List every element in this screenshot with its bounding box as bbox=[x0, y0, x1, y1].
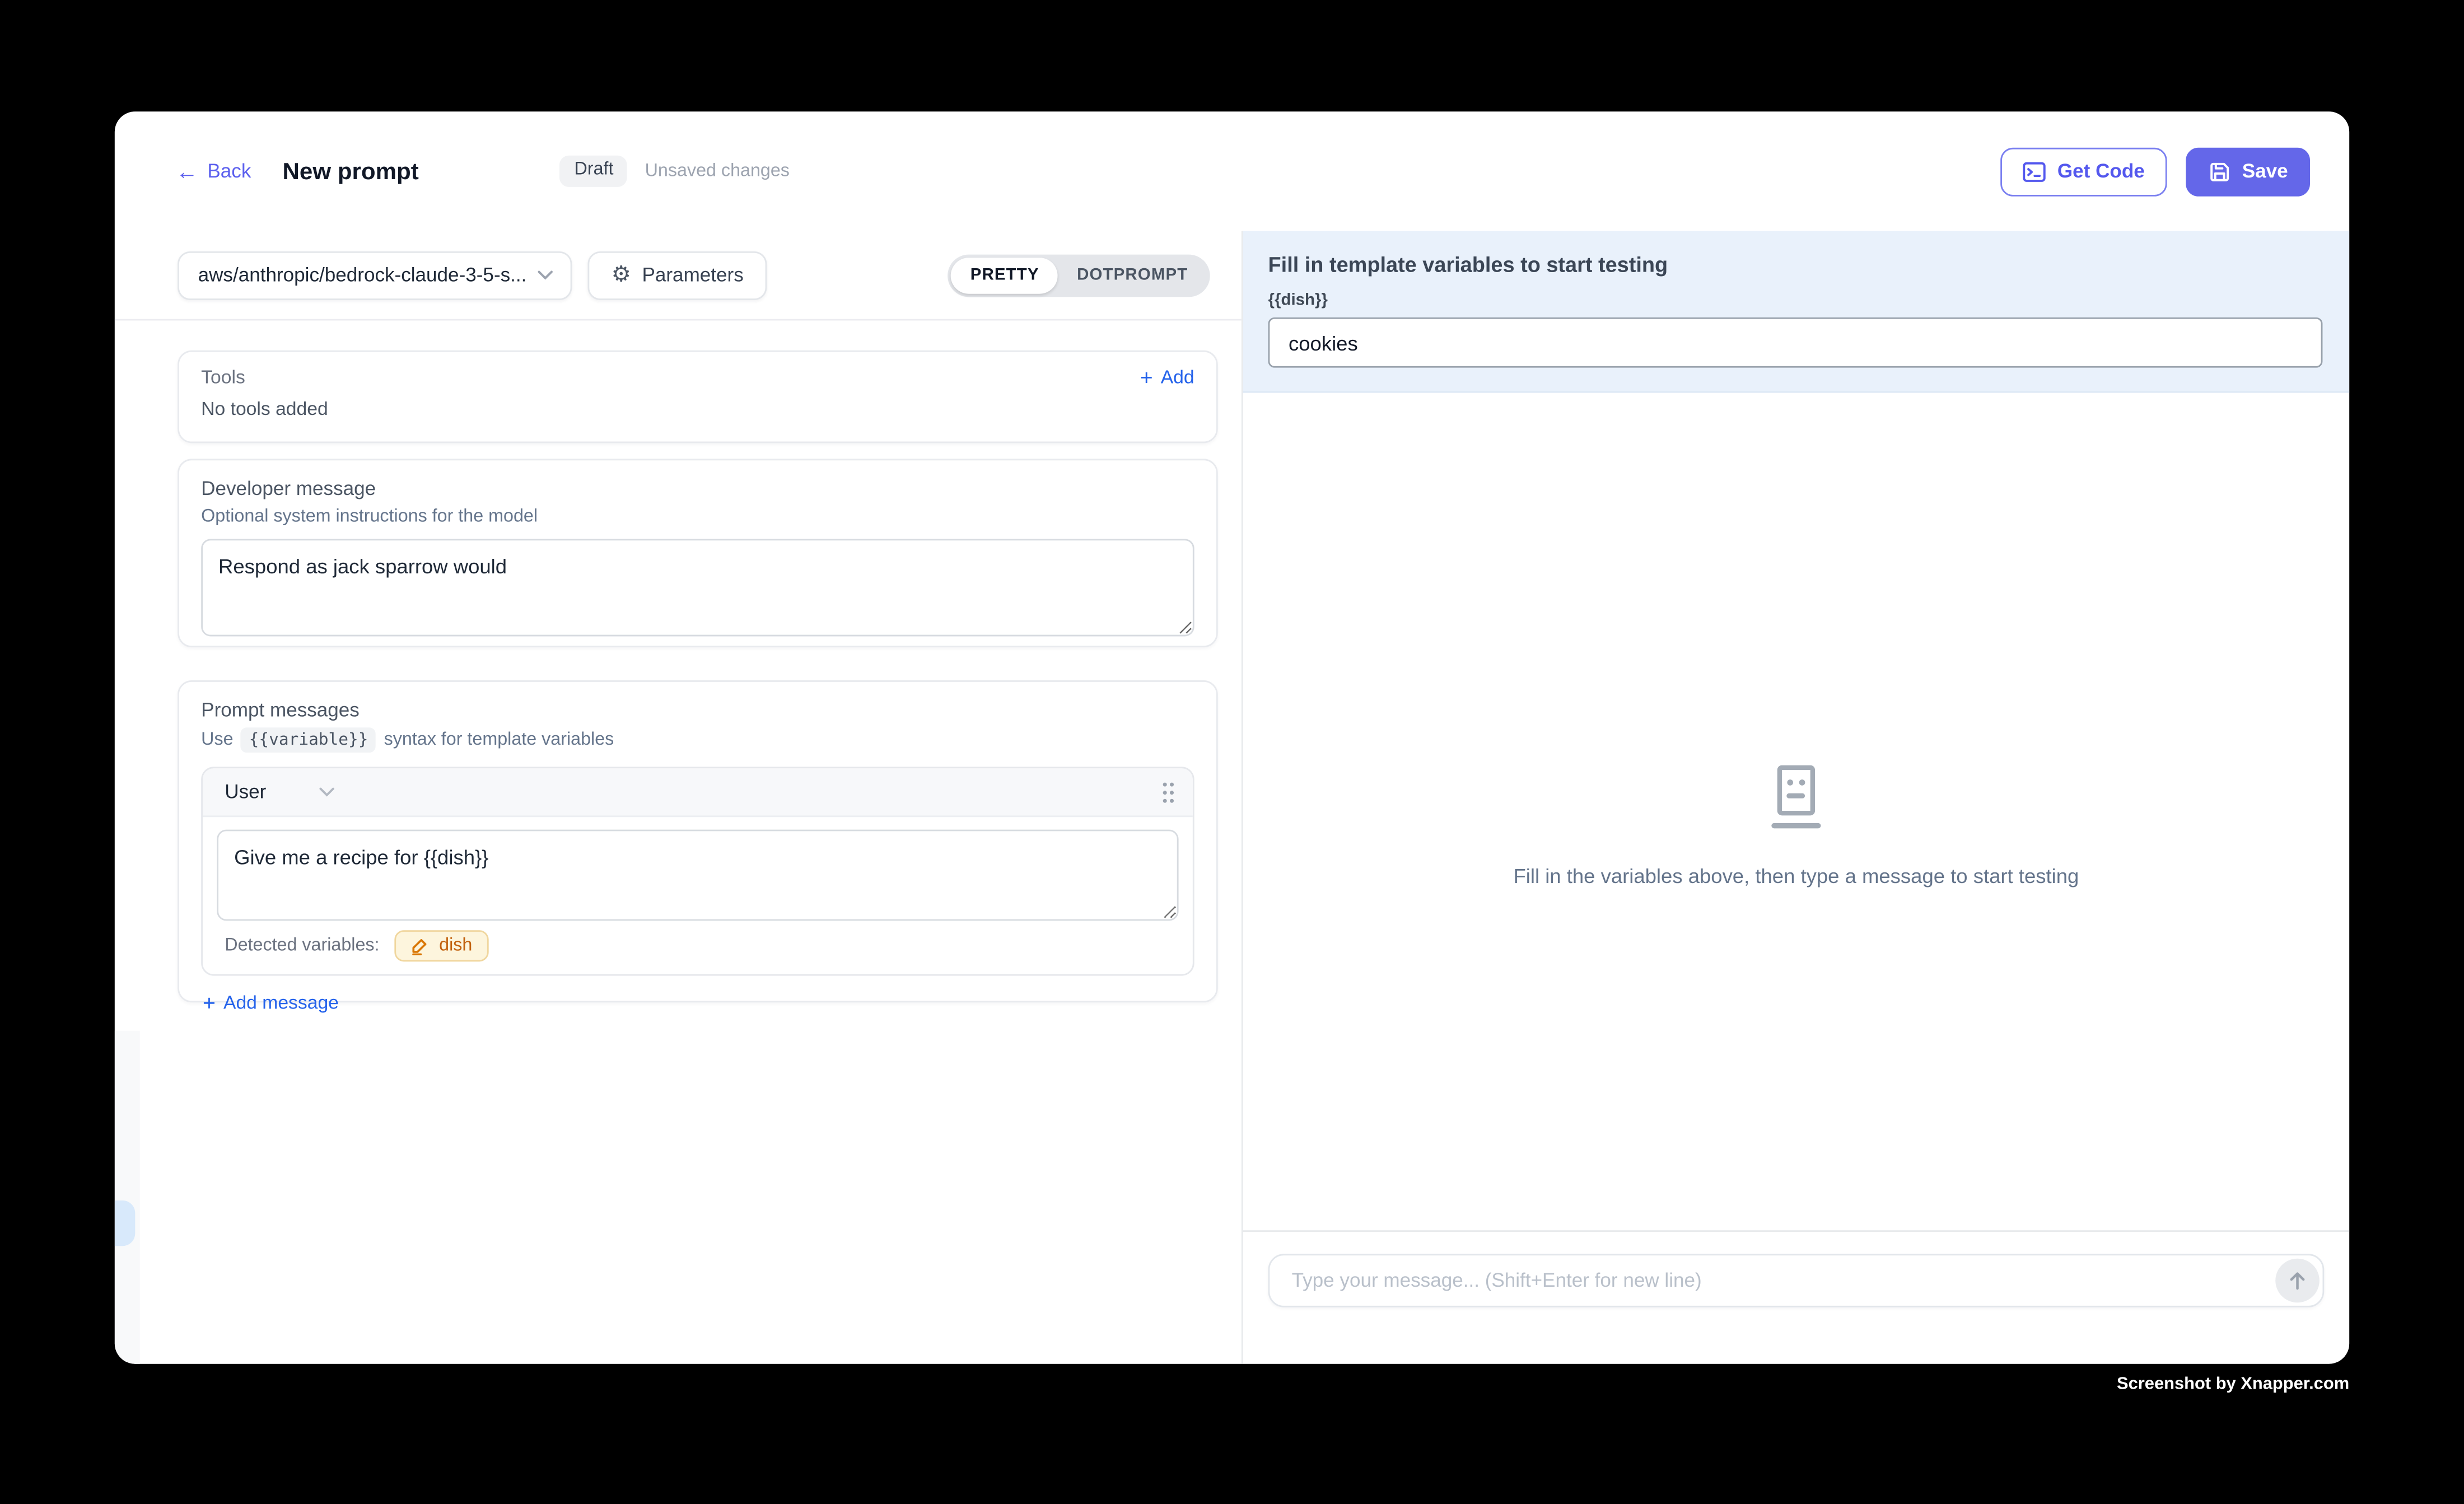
developer-message-title: Developer message bbox=[201, 478, 1194, 499]
hint-prefix: Use bbox=[201, 731, 233, 750]
partial-sidebar-strip bbox=[115, 1031, 140, 1364]
toggle-pretty[interactable]: PRETTY bbox=[951, 257, 1058, 293]
chevron-down-icon bbox=[538, 270, 553, 280]
template-hint: Use {{variable}} syntax for template var… bbox=[201, 727, 1194, 753]
format-toggle: PRETTY DOTPROMPT bbox=[948, 254, 1210, 296]
detected-variables-row: Detected variables: dish bbox=[217, 930, 1178, 961]
developer-message-input[interactable]: Respond as jack sparrow would bbox=[201, 539, 1194, 636]
save-icon bbox=[2208, 160, 2231, 183]
parameters-label: Parameters bbox=[642, 264, 743, 286]
terminal-icon bbox=[2023, 161, 2046, 181]
test-panel-title: Fill in template variables to start test… bbox=[1268, 253, 2325, 277]
variable-syntax-chip: {{variable}} bbox=[241, 727, 376, 753]
model-selector[interactable]: aws/anthropic/bedrock-claude-3-5-s... bbox=[178, 251, 572, 300]
prompt-message-block: User Gi bbox=[201, 767, 1194, 975]
back-label: Back bbox=[207, 160, 251, 182]
empty-state-text: Fill in the variables above, then type a… bbox=[1513, 864, 2079, 888]
variable-dish-label: {{dish}} bbox=[1268, 291, 2325, 310]
developer-message-card: Developer message Optional system instru… bbox=[178, 459, 1218, 647]
editor-panel: aws/anthropic/bedrock-claude-3-5-s... ⚙ … bbox=[115, 231, 1242, 1363]
message-role-selector[interactable]: User bbox=[225, 781, 335, 803]
variable-dish-input[interactable] bbox=[1268, 317, 2323, 368]
variable-badge-dish[interactable]: dish bbox=[395, 930, 488, 961]
model-bar: aws/anthropic/bedrock-claude-3-5-s... ⚙ … bbox=[115, 231, 1242, 320]
add-message-button[interactable]: + Add message bbox=[203, 992, 339, 1013]
partial-sidebar-highlight bbox=[115, 1201, 135, 1246]
hint-suffix: syntax for template variables bbox=[384, 731, 614, 750]
back-link[interactable]: ← Back bbox=[176, 160, 251, 182]
tools-empty-text: No tools added bbox=[201, 398, 1194, 419]
test-panel: Fill in template variables to start test… bbox=[1242, 231, 2349, 1363]
drag-handle[interactable] bbox=[1161, 780, 1175, 804]
editor-scroll-area: Tools + Add No tools added Developer mes… bbox=[115, 320, 1242, 1363]
message-role-value: User bbox=[225, 781, 266, 803]
get-code-button[interactable]: Get Code bbox=[2001, 147, 2167, 195]
gear-icon: ⚙ bbox=[612, 264, 631, 286]
add-message-label: Add message bbox=[223, 992, 339, 1013]
prompt-message-input[interactable]: Give me a recipe for {{dish}} bbox=[217, 830, 1178, 921]
save-label: Save bbox=[2242, 160, 2288, 182]
watermark-text: Screenshot by Xnapper.com bbox=[2117, 1375, 2349, 1394]
app-header: ← Back New prompt Draft Unsaved changes … bbox=[115, 111, 2349, 231]
plus-icon: + bbox=[203, 992, 216, 1013]
parameters-button[interactable]: ⚙ Parameters bbox=[587, 251, 767, 300]
add-tool-button[interactable]: + Add bbox=[1140, 366, 1194, 388]
template-variables-header: Fill in template variables to start test… bbox=[1243, 231, 2350, 393]
send-button[interactable] bbox=[2275, 1259, 2320, 1303]
unsaved-changes-text: Unsaved changes bbox=[645, 162, 790, 181]
pencil-icon bbox=[411, 936, 430, 955]
chevron-down-icon bbox=[320, 787, 335, 797]
header-actions: Get Code Save bbox=[2001, 147, 2310, 195]
add-tool-label: Add bbox=[1161, 366, 1194, 388]
chat-empty-state: Fill in the variables above, then type a… bbox=[1243, 765, 2350, 888]
back-arrow-icon: ← bbox=[176, 160, 198, 182]
plus-icon: + bbox=[1140, 366, 1153, 388]
screenshot-stage: ← Back New prompt Draft Unsaved changes … bbox=[0, 0, 2464, 1503]
variable-badge-label: dish bbox=[439, 936, 472, 955]
tools-title: Tools bbox=[201, 366, 245, 388]
prompt-messages-title: Prompt messages bbox=[201, 699, 1194, 721]
get-code-label: Get Code bbox=[2057, 160, 2145, 182]
chat-message-input[interactable] bbox=[1268, 1254, 2325, 1307]
message-header: User bbox=[203, 768, 1193, 817]
developer-message-subtitle: Optional system instructions for the mod… bbox=[201, 507, 1194, 526]
message-body: Give me a recipe for {{dish}} Detected v… bbox=[203, 817, 1193, 974]
arrow-up-icon bbox=[2286, 1269, 2308, 1291]
app-window: ← Back New prompt Draft Unsaved changes … bbox=[115, 111, 2349, 1363]
model-selector-value: aws/anthropic/bedrock-claude-3-5-s... bbox=[198, 264, 527, 286]
chat-input-bar bbox=[1243, 1230, 2350, 1329]
status-badge: Draft bbox=[560, 156, 627, 187]
tools-card: Tools + Add No tools added bbox=[178, 351, 1218, 443]
detected-variables-label: Detected variables: bbox=[225, 936, 379, 955]
toggle-dotprompt[interactable]: DOTPROMPT bbox=[1058, 257, 1207, 293]
save-button[interactable]: Save bbox=[2186, 147, 2310, 195]
robot-face-icon bbox=[1770, 765, 1823, 830]
prompt-messages-card: Prompt messages Use {{variable}} syntax … bbox=[178, 680, 1218, 1002]
drag-dots-icon bbox=[1161, 780, 1175, 804]
page-title: New prompt bbox=[283, 158, 419, 185]
